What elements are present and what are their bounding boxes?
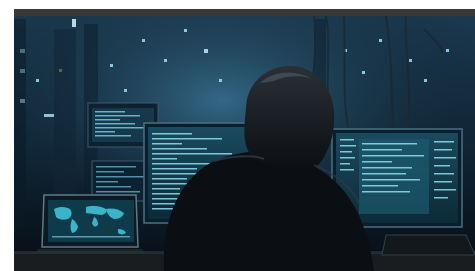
- top-bar: [14, 9, 475, 16]
- hacker-photo: [14, 9, 475, 271]
- keyboard: [381, 234, 475, 256]
- photo-frame: [0, 0, 475, 271]
